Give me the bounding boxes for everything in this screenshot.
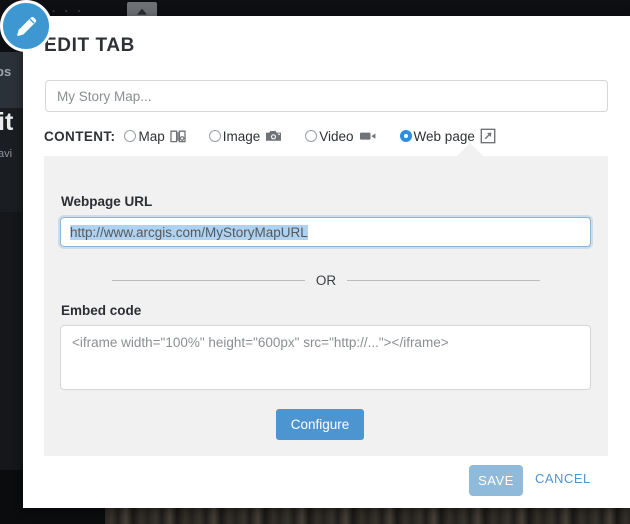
tab-title-input[interactable] bbox=[45, 80, 608, 112]
radio-option-map[interactable]: Map bbox=[124, 128, 186, 144]
web-page-settings-panel: Webpage URL OR Embed code Configure bbox=[44, 143, 608, 456]
map-icon bbox=[170, 129, 186, 144]
configure-button[interactable]: Configure bbox=[276, 409, 364, 440]
radio-label-image: Image bbox=[222, 128, 261, 144]
divider-line-right bbox=[347, 280, 540, 281]
webpage-url-input[interactable] bbox=[60, 217, 591, 247]
pencil-icon bbox=[0, 0, 52, 52]
divider-line-left bbox=[112, 280, 305, 281]
panel-pointer-arrow bbox=[456, 143, 484, 157]
background-text-fragment: bs bbox=[0, 64, 12, 79]
or-divider: OR bbox=[112, 273, 540, 288]
radio-label-map: Map bbox=[138, 128, 165, 144]
content-type-group: CONTENT: Map Image Video Web page bbox=[44, 128, 496, 144]
cancel-button[interactable]: CANCEL bbox=[535, 471, 591, 486]
radio-option-web-page[interactable]: Web page bbox=[399, 128, 496, 144]
radio-indicator-video[interactable] bbox=[305, 130, 318, 142]
radio-label-web-page: Web page bbox=[413, 128, 475, 144]
divider-label: OR bbox=[315, 273, 337, 288]
webpage-url-label: Webpage URL bbox=[61, 194, 153, 209]
screen: · · · bs it avi EDIT TAB CONTENT: Map bbox=[0, 0, 630, 524]
radio-label-video: Video bbox=[319, 128, 354, 144]
page-title: EDIT TAB bbox=[44, 35, 135, 56]
radio-option-image[interactable]: Image bbox=[208, 128, 283, 144]
embed-code-label: Embed code bbox=[61, 303, 142, 318]
radio-indicator-web-page[interactable] bbox=[399, 130, 412, 142]
content-label: CONTENT: bbox=[44, 128, 116, 144]
background-text-fragment: avi bbox=[0, 148, 13, 160]
video-camera-icon bbox=[359, 130, 377, 142]
radio-indicator-map[interactable] bbox=[124, 130, 137, 142]
edit-tab-dialog: EDIT TAB CONTENT: Map bbox=[0, 0, 630, 508]
embed-code-textarea[interactable] bbox=[60, 325, 591, 390]
camera-icon bbox=[265, 129, 282, 143]
radio-indicator-image[interactable] bbox=[208, 130, 221, 142]
background-text-fragment: it bbox=[0, 108, 14, 136]
external-link-icon bbox=[480, 128, 496, 144]
radio-option-video[interactable]: Video bbox=[305, 129, 376, 144]
save-button[interactable]: SAVE bbox=[469, 465, 523, 496]
